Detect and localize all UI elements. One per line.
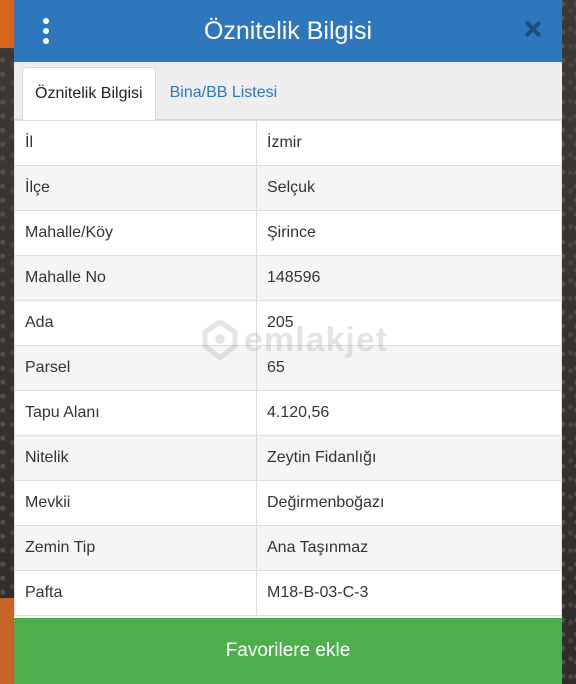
- row-key: Pafta: [14, 570, 257, 616]
- table-row: Mahalle No 148596: [14, 255, 562, 301]
- row-value: 205: [256, 300, 562, 346]
- row-value: 4.120,56: [256, 390, 562, 436]
- row-value: Selçuk: [256, 165, 562, 211]
- add-to-favorites-button[interactable]: Favorilere ekle: [14, 618, 562, 684]
- row-value: Zeytin Fidanlığı: [256, 435, 562, 481]
- table-row: İlçe Selçuk: [14, 165, 562, 211]
- table-row: Mevkii Değirmenboğazı: [14, 480, 562, 526]
- table-row: Pafta M18-B-03-C-3: [14, 570, 562, 616]
- row-key: Zemin Tip: [14, 525, 257, 571]
- tab-attribute-info[interactable]: Öznitelik Bilgisi: [22, 67, 156, 120]
- row-value: Değirmenboğazı: [256, 480, 562, 526]
- table-row: Tapu Alanı 4.120,56: [14, 390, 562, 436]
- row-key: İl: [14, 120, 257, 166]
- table-row: Zemin Tip Ana Taşınmaz: [14, 525, 562, 571]
- row-value: Ana Taşınmaz: [256, 525, 562, 571]
- attribute-table-container: İl İzmir İlçe Selçuk Mahalle/Köy Şirince Ma…: [14, 120, 562, 618]
- attribute-info-modal: Öznitelik Bilgisi Öznitelik Bilgisi Bina…: [14, 0, 562, 684]
- row-key: Mevkii: [14, 480, 257, 526]
- background-accent: [0, 598, 14, 684]
- table-row: İl İzmir: [14, 120, 562, 166]
- row-key: Nitelik: [14, 435, 257, 481]
- row-key: Mahalle/Köy: [14, 210, 257, 256]
- row-key: Mahalle No: [14, 255, 257, 301]
- close-icon[interactable]: [522, 18, 544, 40]
- modal-title: Öznitelik Bilgisi: [203, 16, 373, 45]
- row-value: M18-B-03-C-3: [256, 570, 562, 616]
- attribute-table: İl İzmir İlçe Selçuk Mahalle/Köy Şirince Ma…: [14, 120, 562, 616]
- table-row: Ada 205: [14, 300, 562, 346]
- table-row: Nitelik Zeytin Fidanlığı: [14, 435, 562, 481]
- table-row: Mahalle/Köy Şirince: [14, 210, 562, 256]
- table-row: Parsel 65: [14, 345, 562, 391]
- modal-header: Öznitelik Bilgisi: [14, 0, 562, 62]
- row-value: İzmir: [256, 120, 562, 166]
- row-key: Tapu Alanı: [14, 390, 257, 436]
- row-key: İlçe: [14, 165, 257, 211]
- background-accent: [0, 0, 14, 48]
- row-key: Parsel: [14, 345, 257, 391]
- row-value: 65: [256, 345, 562, 391]
- row-key: Ada: [14, 300, 257, 346]
- more-options-icon[interactable]: [38, 18, 54, 44]
- row-value: 148596: [256, 255, 562, 301]
- row-value: Şirince: [256, 210, 562, 256]
- tab-bar: Öznitelik Bilgisi Bina/BB Listesi: [14, 62, 562, 120]
- tab-building-list[interactable]: Bina/BB Listesi: [158, 67, 290, 119]
